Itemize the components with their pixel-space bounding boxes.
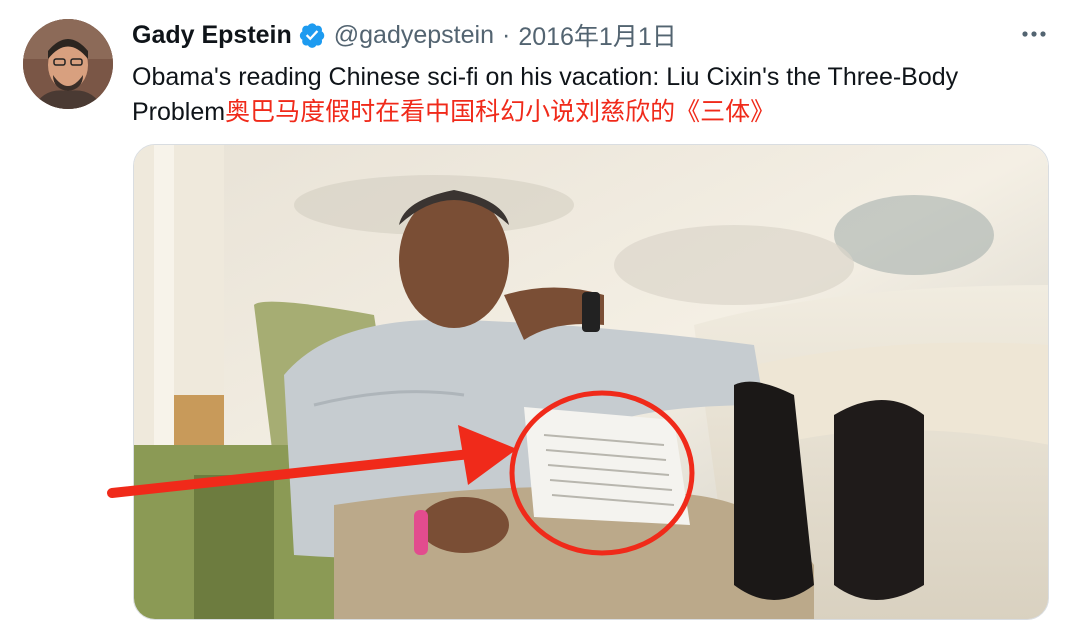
author-name[interactable]: Gady Epstein [132,21,292,50]
more-options-icon[interactable] [1016,24,1052,44]
tweet-text: Obama's reading Chinese sci-fi on his va… [132,60,1032,130]
avatar-image [23,19,113,109]
tweet-text-chinese-annotation: 奥巴马度假时在看中国科幻小说刘慈欣的《三体》 [225,98,776,126]
tweet-photo[interactable] [133,144,1049,620]
author-avatar[interactable] [23,19,113,109]
tweet-header: Gady Epstein @gadyepstein · 2016年1月1日 [132,14,677,56]
author-handle[interactable]: @gadyepstein [334,21,494,50]
photo-image [134,145,1048,619]
header-separator: · [501,20,511,49]
verified-badge-icon [298,21,326,49]
tweet-date[interactable]: 2016年1月1日 [518,17,676,53]
